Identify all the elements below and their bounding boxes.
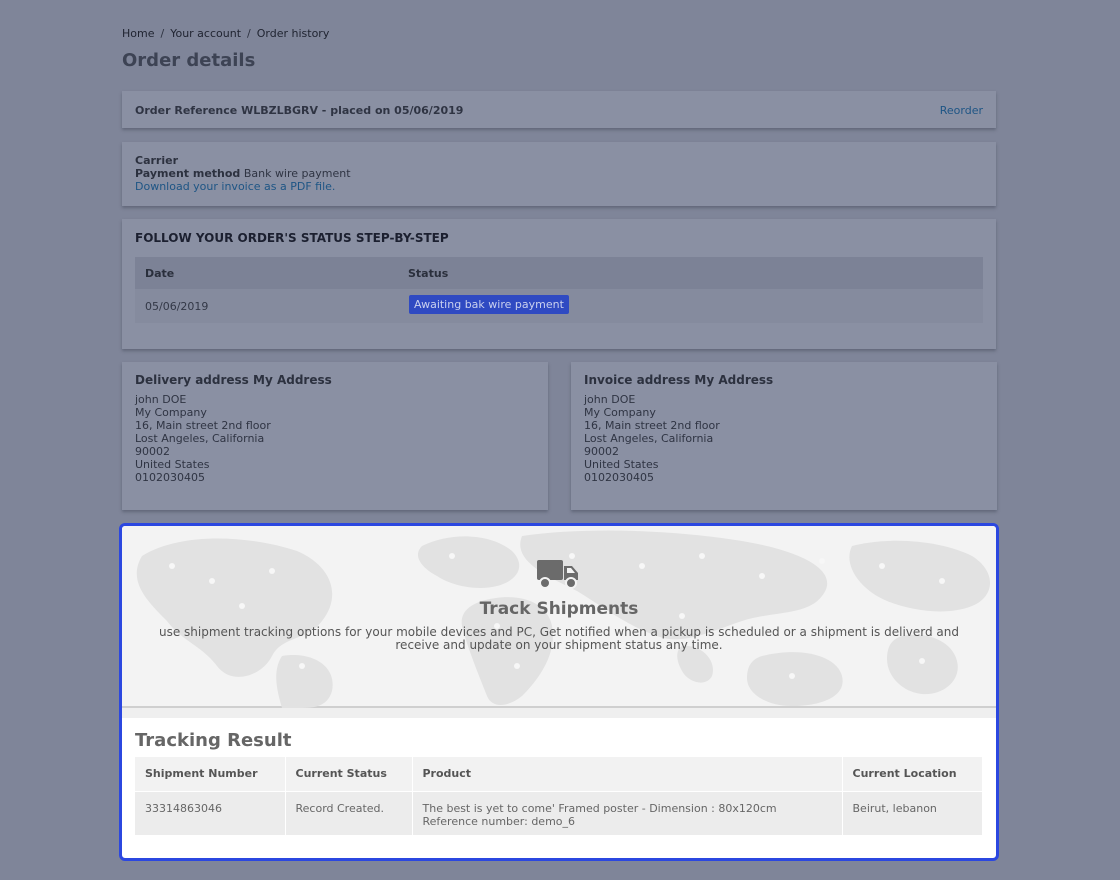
breadcrumb: Home / Your account / Order history xyxy=(122,27,329,40)
address-line: john DOE xyxy=(584,393,636,406)
column-header-current-status: Current Status xyxy=(285,757,413,791)
truck-icon xyxy=(537,560,578,589)
product-name: The best is yet to come' Framed poster -… xyxy=(422,801,777,815)
address-line: john DOE xyxy=(135,393,187,406)
tracking-result-title: Tracking Result xyxy=(135,730,292,751)
status-date: 05/06/2019 xyxy=(145,300,209,313)
address-line: My Company xyxy=(135,406,207,419)
address-line: United States xyxy=(135,458,210,471)
table-header-row: Date Status xyxy=(135,257,983,289)
carrier-payment-card: Carrier Payment method Bank wire payment… xyxy=(122,142,996,206)
tracking-result-table: Shipment Number Current Status Product C… xyxy=(135,757,983,835)
product-reference: Reference number: demo_6 xyxy=(422,814,576,828)
address-line: 0102030405 xyxy=(135,471,205,484)
delivery-address-card: Delivery address My Address john DOE My … xyxy=(122,362,548,510)
address-line: Lost Angeles, California xyxy=(584,432,714,445)
invoice-address-title: Invoice address My Address xyxy=(584,373,774,387)
address-line: 16, Main street 2nd floor xyxy=(584,419,720,432)
column-header-date: Date xyxy=(145,267,175,280)
address-line: United States xyxy=(584,458,659,471)
current-status-cell: Record Created. xyxy=(285,790,413,835)
address-line: 90002 xyxy=(584,445,619,458)
section-divider xyxy=(122,708,996,718)
address-line: 90002 xyxy=(135,445,170,458)
address-line: Lost Angeles, California xyxy=(135,432,265,445)
track-shipments-description: use shipment tracking options for your m… xyxy=(159,625,959,652)
address-line: 16, Main street 2nd floor xyxy=(135,419,271,432)
breadcrumb-order-history[interactable]: Order history xyxy=(257,27,330,40)
column-header-current-location: Current Location xyxy=(842,757,983,791)
column-header-status: Status xyxy=(408,267,449,280)
address-line: 0102030405 xyxy=(584,471,654,484)
delivery-address-title: Delivery address My Address xyxy=(135,373,332,387)
track-shipments-title: Track Shipments xyxy=(479,599,639,619)
payment-method-label: Payment method xyxy=(135,167,241,180)
download-invoice-link[interactable]: Download your invoice as a PDF file. xyxy=(135,180,335,193)
order-reference-card: Order Reference WLBZLBGRV - placed on 05… xyxy=(122,91,996,128)
address-line: My Company xyxy=(584,406,656,419)
order-status-card: FOLLOW YOUR ORDER'S STATUS STEP-BY-STEP … xyxy=(122,219,996,349)
order-status-title: FOLLOW YOUR ORDER'S STATUS STEP-BY-STEP xyxy=(135,231,449,245)
breadcrumb-your-account[interactable]: Your account xyxy=(170,27,241,40)
shipment-number-cell: 33314863046 xyxy=(135,790,286,835)
reorder-link[interactable]: Reorder xyxy=(940,104,983,117)
table-row: 33314863046 Record Created. The best is … xyxy=(135,790,983,835)
table-row: 05/06/2019 Awaiting bak wire payment xyxy=(135,289,983,323)
page-title: Order details xyxy=(122,50,256,71)
breadcrumb-home[interactable]: Home xyxy=(122,27,154,40)
column-header-shipment-number: Shipment Number xyxy=(135,757,286,791)
track-shipments-hero: Track Shipments use shipment tracking op… xyxy=(122,526,996,708)
column-header-product: Product xyxy=(412,757,843,791)
invoice-address-card: Invoice address My Address john DOE My C… xyxy=(571,362,997,510)
order-reference-text: Order Reference WLBZLBGRV - placed on 05… xyxy=(135,104,464,117)
status-badge: Awaiting bak wire payment xyxy=(409,295,569,314)
payment-method-value: Bank wire payment xyxy=(243,167,351,180)
order-status-table: Date Status 05/06/2019 Awaiting bak wire… xyxy=(135,257,983,323)
breadcrumb-separator: / xyxy=(160,27,165,40)
table-header-row: Shipment Number Current Status Product C… xyxy=(135,757,983,791)
breadcrumb-separator: / xyxy=(247,27,251,40)
current-location-cell: Beirut, lebanon xyxy=(842,790,983,835)
shipment-tracking-module: Track Shipments use shipment tracking op… xyxy=(119,523,999,861)
product-cell: The best is yet to come' Framed poster -… xyxy=(412,790,843,835)
carrier-label: Carrier xyxy=(135,154,179,167)
